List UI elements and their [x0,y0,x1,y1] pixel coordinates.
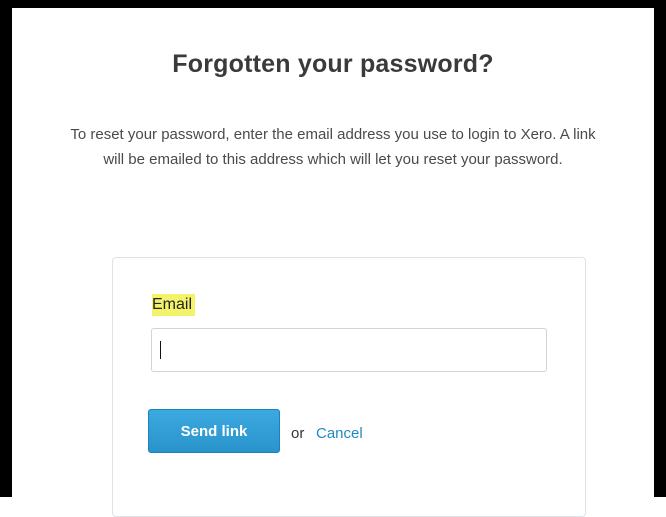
cancel-link[interactable]: Cancel [316,425,363,442]
email-input[interactable] [151,328,547,372]
page-title: Forgotten your password? [172,50,494,78]
instructions-text: To reset your password, enter the email … [70,126,596,168]
text-cursor [160,341,161,359]
send-link-button[interactable]: Send link [148,409,280,453]
email-label: Email [152,294,196,316]
or-text: or [291,425,305,442]
